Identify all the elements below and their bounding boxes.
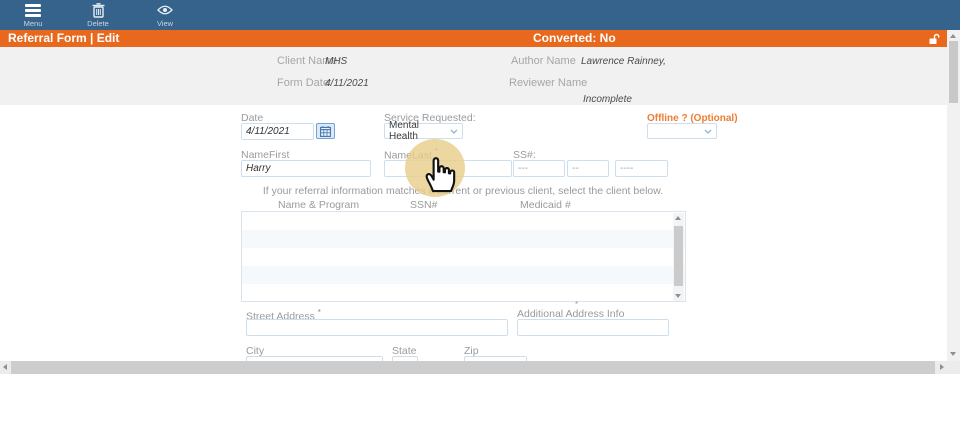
form-title-bar: Referral Form | Edit Converted: No <box>0 30 947 47</box>
match-instruction: If your referral information matches a c… <box>236 185 690 197</box>
form-meta-header: Client Name: MHS Author Name Lawrence Ra… <box>0 47 947 105</box>
author-name-value: Lawrence Rainney, <box>581 56 666 67</box>
form-date-value: 4/11/2021 <box>325 78 369 89</box>
reviewer-name-label: Reviewer Name <box>509 77 587 89</box>
column-header-name-program: Name & Program <box>278 199 359 211</box>
hand-cursor-icon <box>423 154 457 199</box>
list-scrollbar-thumb[interactable] <box>674 226 683 286</box>
view-button[interactable]: View <box>143 2 187 29</box>
trash-icon <box>76 2 120 18</box>
scroll-up-icon[interactable] <box>675 216 681 220</box>
referral-form-body: Date Service Requested: Mental Health Of… <box>0 105 947 361</box>
client-match-list[interactable] <box>241 211 686 302</box>
ssn-part1-input[interactable] <box>513 160 565 177</box>
offline-select[interactable] <box>647 123 717 139</box>
column-header-medicaid: Medicaid # <box>520 199 571 211</box>
scroll-down-icon[interactable] <box>675 294 681 298</box>
menu-label: Menu <box>11 19 55 28</box>
horizontal-scrollbar[interactable] <box>0 361 960 374</box>
delete-button[interactable]: Delete <box>76 2 120 29</box>
menu-icon <box>11 2 55 18</box>
name-first-input[interactable] <box>241 160 371 177</box>
page-title: Referral Form | Edit <box>8 31 119 46</box>
menu-button[interactable]: Menu <box>11 2 55 29</box>
list-row <box>242 212 685 230</box>
scroll-down-icon[interactable] <box>950 352 956 356</box>
top-toolbar: Menu Delete View <box>0 0 960 30</box>
ssn-part3-input[interactable] <box>615 160 668 177</box>
ssn-part2-input[interactable] <box>567 160 609 177</box>
street-address-input[interactable] <box>246 319 508 336</box>
eye-icon <box>143 2 187 18</box>
service-requested-select[interactable]: Mental Health <box>384 123 463 139</box>
horizontal-scrollbar-thumb[interactable] <box>11 361 935 374</box>
list-row <box>242 266 685 284</box>
calendar-icon <box>320 126 331 137</box>
author-name-label: Author Name <box>511 55 576 67</box>
required-asterisk: * <box>318 308 321 317</box>
form-date-label: Form Date: <box>277 77 332 89</box>
column-header-ssn: SSN# <box>410 199 437 211</box>
chevron-down-icon <box>704 129 712 134</box>
chevron-down-icon <box>450 129 458 134</box>
scroll-up-icon[interactable] <box>950 34 956 38</box>
list-row <box>242 230 685 248</box>
converted-status: Converted: No <box>533 31 616 46</box>
list-row <box>242 284 685 302</box>
delete-label: Delete <box>76 19 120 28</box>
view-label: View <box>143 19 187 28</box>
scroll-left-icon[interactable] <box>3 364 7 370</box>
list-vertical-scrollbar[interactable] <box>673 213 684 301</box>
calendar-picker-button[interactable] <box>316 123 335 139</box>
client-name-value: MHS <box>325 56 347 67</box>
date-input[interactable] <box>241 123 314 140</box>
vertical-scrollbar-thumb[interactable] <box>949 41 958 103</box>
list-row <box>242 248 685 266</box>
scroll-right-icon[interactable] <box>940 364 944 370</box>
form-status: Incomplete <box>583 94 632 105</box>
additional-address-input[interactable] <box>517 319 669 336</box>
vertical-scrollbar[interactable] <box>947 30 960 361</box>
